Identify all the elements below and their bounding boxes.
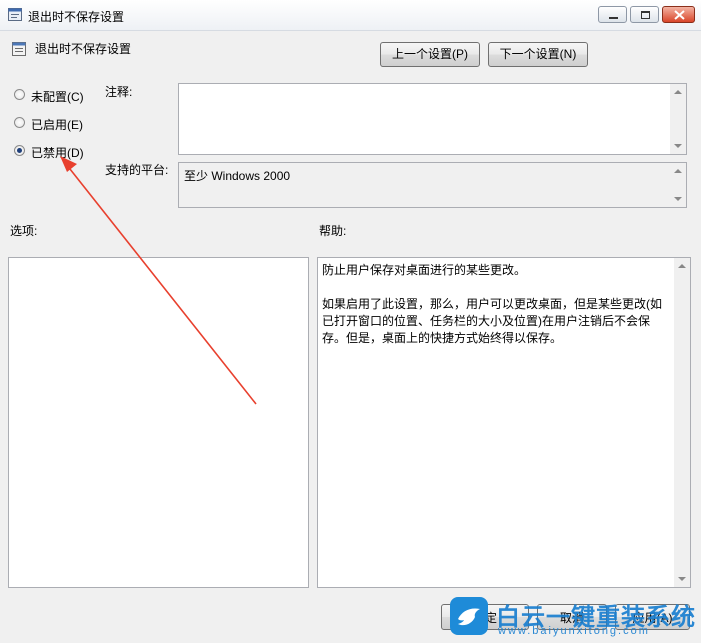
comment-textarea[interactable] — [178, 83, 687, 155]
setting-title: 退出时不保存设置 — [35, 42, 132, 56]
close-button[interactable] — [662, 6, 695, 23]
radio-label: 已禁用(D) — [31, 146, 84, 160]
minimize-button[interactable] — [598, 6, 627, 23]
radio-circle-selected[interactable] — [14, 145, 25, 156]
maximize-button[interactable] — [630, 6, 659, 23]
next-setting-button[interactable]: 下一个设置(N) — [488, 42, 588, 67]
radio-circle[interactable] — [14, 89, 25, 100]
watermark: 白云一键重装系统 www.baiyunxitong.com — [450, 597, 695, 639]
scroll-down-icon[interactable] — [674, 144, 682, 148]
options-panel — [8, 257, 309, 588]
options-label: 选项: — [10, 224, 38, 238]
help-scrollbar[interactable] — [674, 258, 690, 587]
bird-logo-icon — [450, 597, 488, 635]
maximize-icon — [641, 11, 650, 19]
policy-icon — [8, 8, 22, 21]
comment-label: 注释: — [105, 85, 133, 99]
radio-circle[interactable] — [14, 117, 25, 128]
close-icon — [674, 10, 685, 20]
title-bar: 退出时不保存设置 — [0, 0, 701, 31]
setting-icon — [12, 42, 26, 56]
platform-value: 至少 Windows 2000 — [184, 169, 291, 183]
platform-scrollbar[interactable] — [670, 163, 686, 207]
previous-setting-button[interactable]: 上一个设置(P) — [380, 42, 480, 67]
scroll-up-icon[interactable] — [674, 169, 682, 173]
scroll-up-icon[interactable] — [674, 90, 682, 94]
comment-scrollbar[interactable] — [670, 84, 686, 154]
window-title: 退出时不保存设置 — [28, 10, 125, 24]
radio-label: 已启用(E) — [31, 118, 83, 132]
help-paragraph: 如果启用了此设置，那么，用户可以更改桌面，但是某些更改(如已打开窗口的位置、任务… — [322, 297, 662, 345]
minimize-icon — [609, 17, 618, 19]
scroll-down-icon[interactable] — [678, 577, 686, 581]
scroll-down-icon[interactable] — [674, 197, 682, 201]
help-paragraph: 防止用户保存对桌面进行的某些更改。 — [322, 263, 527, 277]
help-label: 帮助: — [319, 224, 347, 238]
watermark-url: www.baiyunxitong.com — [498, 625, 650, 637]
radio-label: 未配置(C) — [31, 90, 84, 104]
platform-label: 支持的平台: — [105, 163, 169, 177]
platform-field: 至少 Windows 2000 — [178, 162, 687, 208]
help-panel: 防止用户保存对桌面进行的某些更改。 如果启用了此设置，那么，用户可以更改桌面，但… — [317, 257, 691, 588]
scroll-up-icon[interactable] — [678, 264, 686, 268]
help-text: 防止用户保存对桌面进行的某些更改。 如果启用了此设置，那么，用户可以更改桌面，但… — [322, 262, 670, 364]
policy-setting-window: 退出时不保存设置 退出时不保存设置 上一个设置(P) 下一个设置(N) 未配置(… — [0, 0, 701, 643]
